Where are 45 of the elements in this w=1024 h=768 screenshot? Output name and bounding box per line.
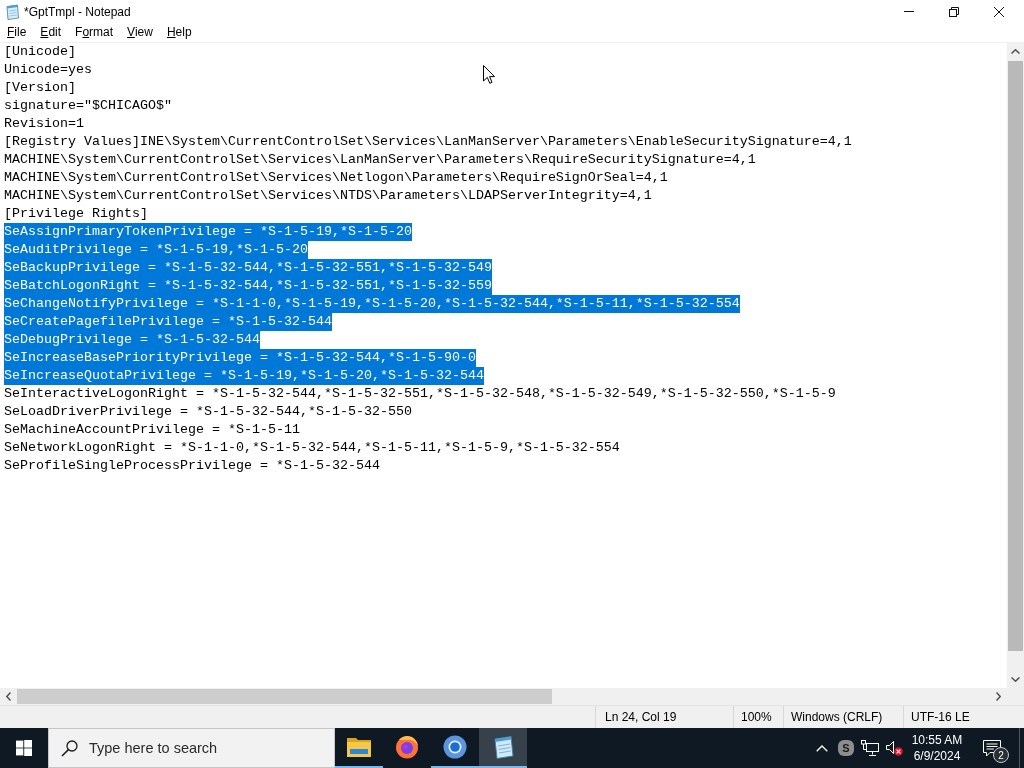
close-icon — [993, 6, 1004, 17]
text-line: SeProfileSingleProcessPrivilege = *S-1-5-32-544 — [4, 457, 380, 475]
notification-count: 2 — [993, 747, 1009, 763]
notepad-icon — [4, 3, 20, 20]
text-line: SeLoadDriverPrivilege = *S-1-5-32-544,*S-1-5-32-550 — [4, 403, 412, 421]
search-icon — [61, 740, 78, 757]
text-line: [Unicode] — [4, 43, 76, 61]
menu-item[interactable]: Edit — [33, 23, 69, 42]
scrollbar-thumb[interactable] — [1008, 61, 1023, 651]
menu-item[interactable]: View — [120, 23, 160, 42]
text-line: SeInteractiveLogonRight = *S-1-5-32-544,*S-1-5-32-551,*S-1-5-32-548,*S-1-5-32-549,*S-1-5-32-550,*S-1-5-9 — [4, 385, 836, 403]
text-line: [Registry Values]INE\System\CurrentControlSet\Services\LanManServer\Parameters\EnableSecuritySignature=4,1 — [4, 133, 852, 151]
text-line: SeMachineAccountPrivilege = *S-1-5-11 — [4, 421, 300, 439]
chevron-up-icon — [816, 744, 828, 752]
text-line: [Version] — [4, 79, 76, 97]
search-field[interactable]: Type here to search — [48, 728, 335, 768]
text-line: MACHINE\System\CurrentControlSet\Services\NTDS\Parameters\LDAPServerIntegrity=4,1 — [4, 187, 652, 205]
menu-item[interactable]: File — [0, 23, 34, 42]
clock-button[interactable]: 10:55 AM 6/9/2024 — [906, 728, 968, 768]
text-line: MACHINE\System\CurrentControlSet\Services\Netlogon\Parameters\RequireSignOrSeal=4,1 — [4, 169, 668, 187]
flame-globe-icon — [395, 735, 419, 759]
speaker-muted-icon[interactable] — [885, 740, 903, 756]
menu-item[interactable]: Help — [159, 23, 199, 42]
mouse-pointer-icon — [483, 65, 495, 84]
text-line: signature="$CHICAGO$" — [4, 97, 172, 115]
text-line: MACHINE\System\CurrentControlSet\Services\LanManServer\Parameters\RequireSecuritySignature=4,1 — [4, 151, 756, 169]
restore-icon — [948, 6, 959, 17]
scrollbar-thumb[interactable] — [17, 689, 552, 704]
vertical-scrollbar[interactable] — [1007, 43, 1024, 688]
circle-ring-icon — [443, 735, 467, 759]
text-line: Revision=1 — [4, 115, 84, 133]
window-title: *GptTmpl - Notepad — [24, 4, 131, 19]
folder-icon — [347, 737, 371, 757]
tray-app-icon[interactable]: S — [838, 740, 854, 756]
taskbar-app-button[interactable] — [479, 728, 527, 768]
text-line: SeNetworkLogonRight = *S-1-1-0,*S-1-5-32-544,*S-1-5-11,*S-1-5-9,*S-1-5-32-554 — [4, 439, 620, 457]
text-line: Unicode=yes — [4, 61, 92, 79]
windows-logo-icon — [16, 740, 32, 756]
notification-button[interactable]: 2 — [968, 728, 1016, 768]
network-icon[interactable] — [861, 740, 879, 756]
minimize-icon — [903, 11, 914, 12]
menu-item[interactable]: Format — [68, 23, 121, 42]
notepad-icon — [491, 735, 515, 759]
text-line: [Privilege Rights] — [4, 205, 148, 223]
horizontal-scrollbar[interactable] — [0, 688, 1007, 705]
